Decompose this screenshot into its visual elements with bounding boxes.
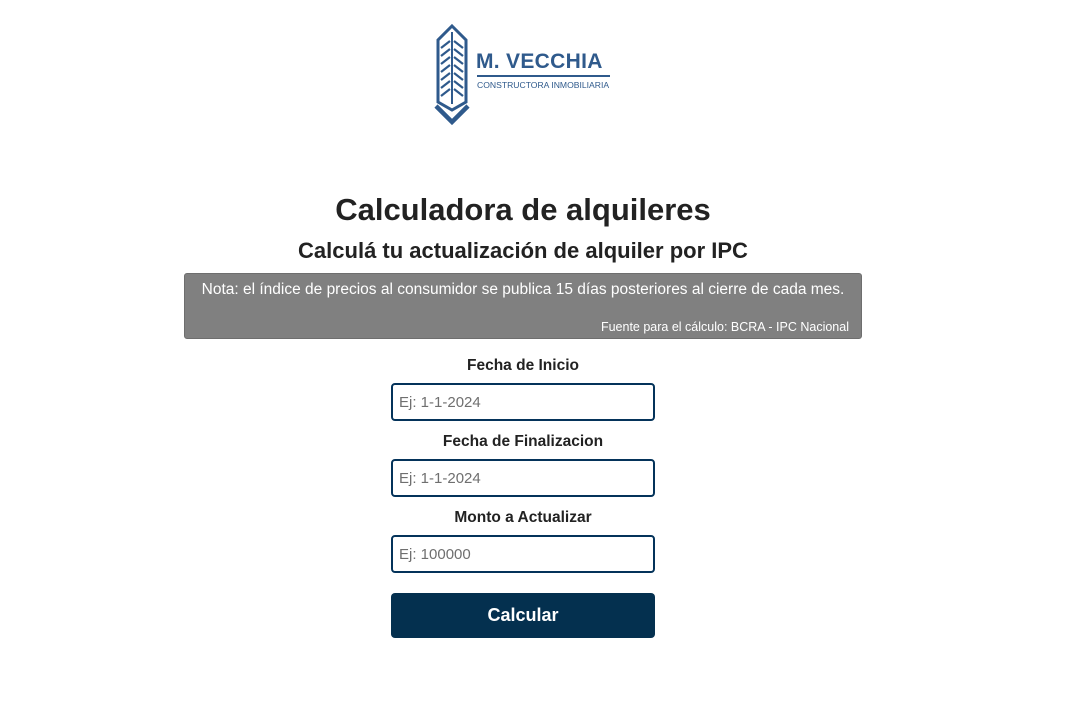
calculate-button[interactable]: Calcular [391, 593, 655, 638]
note-text: Nota: el índice de precios al consumidor… [201, 281, 845, 298]
end-date-label: Fecha de Finalizacion [442, 433, 604, 450]
page: M. VECCHIA CONSTRUCTORA INMOBILIARIA Cal… [0, 0, 1068, 722]
logo-name: M. VECCHIA [476, 50, 603, 73]
logo-tagline: CONSTRUCTORA INMOBILIARIA [477, 80, 610, 90]
start-date-label: Fecha de Inicio [467, 357, 579, 374]
end-date-input[interactable] [391, 459, 655, 497]
building-icon [434, 24, 470, 126]
note-box: Nota: el índice de precios al consumidor… [184, 273, 862, 339]
page-subtitle: Calculá tu actualización de alquiler por… [298, 238, 748, 263]
amount-label: Monto a Actualizar [454, 509, 592, 526]
company-logo: M. VECCHIA CONSTRUCTORA INMOBILIARIA [432, 24, 622, 128]
note-source: Fuente para el cálculo: BCRA - IPC Nacio… [600, 320, 849, 334]
page-title: Calculadora de alquileres [335, 192, 711, 227]
start-date-input[interactable] [391, 383, 655, 421]
amount-input[interactable] [391, 535, 655, 573]
logo-divider [477, 75, 610, 77]
